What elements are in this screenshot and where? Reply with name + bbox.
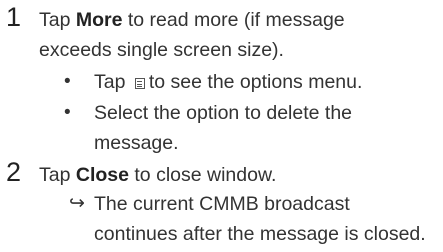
step-1-line-2: exceeds single screen size). — [39, 39, 284, 61]
bullet-2-line-1: Select the option to delete the — [94, 102, 353, 124]
result-line-1: The current CMMB broadcast — [94, 193, 350, 215]
bullet: • — [64, 71, 71, 92]
step-number: 2 — [6, 157, 22, 187]
step-2-line-1: Tap Close to close window. — [39, 164, 277, 186]
bullet-2-line-2: message. — [94, 132, 179, 154]
bullet-1-text: Tap to see the options menu. — [94, 71, 363, 93]
step-1-line-1: Tap More to read more (if message — [39, 9, 345, 31]
more-label: More — [75, 9, 123, 31]
result-line-2: continues after the message is closed. — [94, 223, 426, 245]
step-number: 1 — [6, 2, 22, 32]
bullet: • — [64, 102, 71, 123]
menu-icon — [134, 78, 145, 89]
result-arrow-icon: ↪ — [69, 193, 85, 214]
close-label: Close — [75, 164, 129, 186]
